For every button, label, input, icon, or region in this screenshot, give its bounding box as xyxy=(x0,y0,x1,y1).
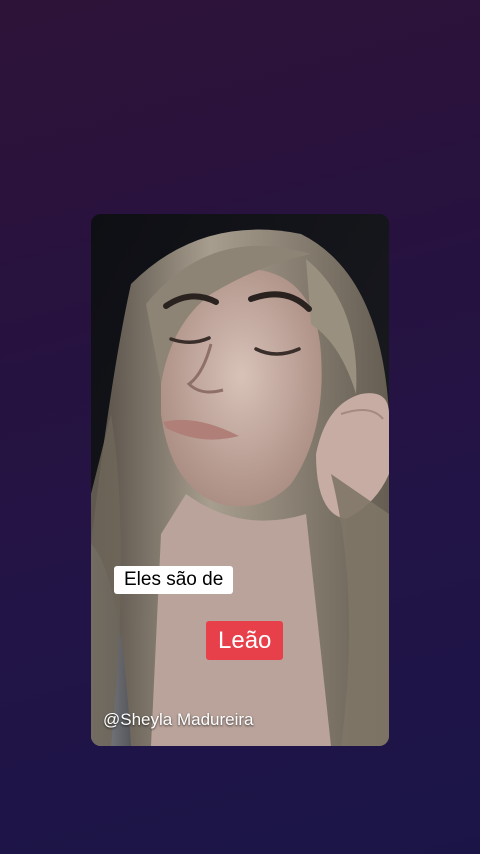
caption-text-2: Leão xyxy=(206,621,284,660)
video-player[interactable] xyxy=(91,214,389,746)
caption-text-1: Eles são de xyxy=(114,566,234,594)
author-username[interactable]: @Sheyla Madureira xyxy=(103,709,254,731)
video-frame-image xyxy=(91,214,389,746)
